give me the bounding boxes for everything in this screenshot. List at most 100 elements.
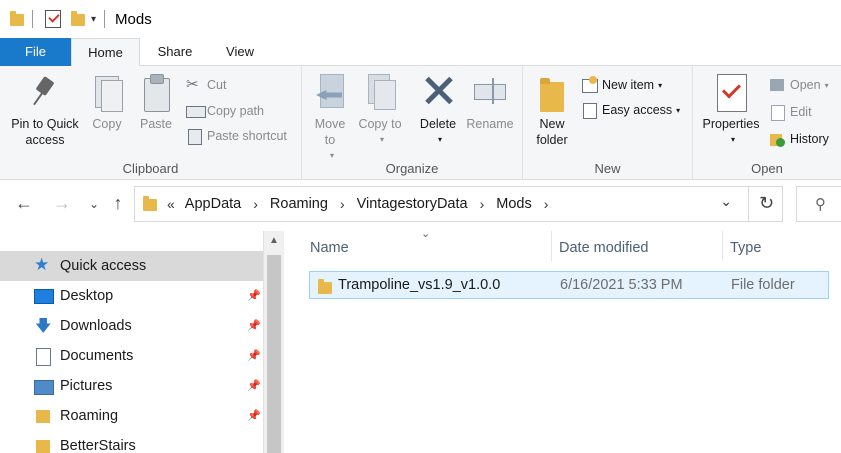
- star-icon: [34, 255, 52, 275]
- column-header-name[interactable]: Name: [310, 235, 349, 261]
- delete-button[interactable]: Delete ▾: [414, 72, 462, 148]
- search-input[interactable]: ⚲: [796, 186, 841, 222]
- history-button[interactable]: History: [769, 128, 829, 150]
- breadcrumb-chevron-icon[interactable]: ›: [480, 196, 485, 212]
- easy-access-button[interactable]: Easy access ▾: [581, 99, 680, 121]
- rename-button[interactable]: Rename: [464, 72, 516, 132]
- chevron-down-icon: ▾: [824, 80, 829, 90]
- sort-chevron-icon: ⌄: [421, 228, 431, 240]
- table-row[interactable]: Trampoline_vs1.9_v1.0.0 6/16/2021 5:33 P…: [309, 271, 829, 299]
- folder-icon: [34, 438, 52, 453]
- move-to-label: Move to: [314, 117, 346, 147]
- copy-to-button[interactable]: Copy to ▾: [358, 72, 402, 148]
- back-arrow-icon[interactable]: ←: [12, 193, 36, 214]
- documents-icon: [34, 348, 52, 366]
- open-group: Properties ▾ Open ▾ Edit History Open: [693, 66, 841, 180]
- breadcrumb-chevron-icon[interactable]: ›: [544, 196, 549, 212]
- column-header-date-modified[interactable]: Date modified: [559, 235, 648, 261]
- properties-check-icon[interactable]: [45, 10, 61, 28]
- forward-arrow-icon[interactable]: →: [50, 193, 74, 214]
- refresh-icon[interactable]: ↻: [748, 186, 784, 222]
- nav-item-downloads[interactable]: Downloads 📌: [0, 311, 263, 342]
- nav-item-desktop[interactable]: Desktop 📌: [0, 281, 263, 311]
- pin-icon[interactable]: 📌: [247, 409, 261, 422]
- pictures-icon: [34, 378, 54, 395]
- recent-locations-chevron-icon[interactable]: ⌄: [82, 197, 106, 211]
- search-icon: ⚲: [815, 196, 826, 213]
- rename-label: Rename: [466, 117, 514, 131]
- nav-item-quick-access[interactable]: Quick access: [0, 251, 263, 281]
- properties-icon: [713, 72, 749, 112]
- scroll-up-arrow-icon[interactable]: ▲: [264, 235, 284, 246]
- address-dropdown-chevron-icon[interactable]: ⌄: [720, 193, 732, 210]
- move-to-button[interactable]: Move to ▾: [308, 72, 352, 164]
- nav-item-roaming[interactable]: Roaming 📌: [0, 401, 263, 431]
- navigation-pane: Quick access Desktop 📌 Downloads 📌 Docum…: [0, 231, 284, 453]
- open-label: Open: [790, 78, 821, 92]
- history-icon: [769, 131, 785, 147]
- properties-button[interactable]: Properties ▾: [697, 72, 765, 148]
- nav-item-documents[interactable]: Documents 📌: [0, 341, 263, 371]
- easy-access-icon: [581, 102, 597, 119]
- breadcrumb-chevron-icon[interactable]: ›: [340, 196, 345, 212]
- nav-item-betterstairs[interactable]: BetterStairs: [0, 431, 263, 453]
- paste-icon: [138, 72, 174, 112]
- address-bar[interactable]: « AppData › Roaming › VintagestoryData ›…: [134, 186, 783, 222]
- clipboard-group-label: Clipboard: [122, 161, 179, 176]
- nav-item-label: Documents: [60, 348, 134, 364]
- customize-toolbar-chevron-icon[interactable]: ▾: [91, 14, 96, 25]
- tab-home[interactable]: Home: [71, 38, 140, 67]
- window-title: Mods: [115, 10, 152, 28]
- paste-shortcut-icon: [186, 128, 202, 145]
- breadcrumb-vintagestorydata[interactable]: VintagestoryData: [357, 196, 468, 212]
- breadcrumb-overflow[interactable]: «: [167, 196, 175, 212]
- pin-icon[interactable]: 📌: [247, 319, 261, 332]
- ribbon: Pin to Quick access Copy Paste Cut Copy …: [0, 66, 841, 180]
- breadcrumb-appdata[interactable]: AppData: [185, 196, 241, 212]
- tab-view[interactable]: View: [210, 38, 270, 66]
- breadcrumb-mods[interactable]: Mods: [496, 196, 531, 212]
- column-divider[interactable]: [722, 231, 723, 261]
- history-label: History: [790, 132, 829, 146]
- column-header-type[interactable]: Type: [730, 235, 761, 261]
- paste-shortcut-label: Paste shortcut: [207, 129, 287, 143]
- ribbon-tabs: File Home Share View: [0, 38, 841, 67]
- title-bar: ▾ Mods: [0, 0, 841, 38]
- organize-group-label: Organize: [385, 161, 439, 176]
- tab-share[interactable]: Share: [140, 38, 210, 66]
- nav-pane-scrollbar[interactable]: ▲: [263, 231, 284, 453]
- nav-item-label: Roaming: [60, 408, 119, 424]
- copy-button[interactable]: Copy: [86, 72, 128, 132]
- column-divider[interactable]: [551, 231, 552, 261]
- delete-label: Delete: [419, 117, 457, 131]
- up-arrow-icon[interactable]: ↑: [106, 193, 130, 214]
- pin-icon[interactable]: 📌: [247, 379, 261, 392]
- edit-label: Edit: [790, 105, 812, 119]
- copy-path-button[interactable]: Copy path: [186, 100, 264, 122]
- new-folder-button[interactable]: New folder: [529, 72, 575, 148]
- toolbar-separator: [32, 10, 33, 28]
- paste-shortcut-button[interactable]: Paste shortcut: [186, 125, 287, 147]
- file-list: ⌄ Name Date modified Type Trampoline_vs1…: [285, 227, 841, 453]
- copy-label: Copy: [92, 117, 122, 131]
- cut-button[interactable]: Cut: [186, 74, 226, 96]
- new-item-button[interactable]: New item ▾: [581, 74, 662, 96]
- paste-button[interactable]: Paste: [134, 72, 178, 132]
- pin-to-quick-access-button[interactable]: Pin to Quick access: [4, 72, 86, 148]
- pin-icon[interactable]: 📌: [247, 349, 261, 362]
- organize-group: Move to ▾ Copy to ▾ Delete ▾ Rename Orga…: [302, 66, 523, 180]
- breadcrumb-roaming[interactable]: Roaming: [270, 196, 328, 212]
- breadcrumb-chevron-icon[interactable]: ›: [253, 196, 258, 212]
- easy-access-label: Easy access: [602, 103, 673, 117]
- pin-icon: [27, 72, 63, 112]
- pin-label: Pin to Quick access: [11, 117, 79, 147]
- nav-item-pictures[interactable]: Pictures 📌: [0, 371, 263, 401]
- pin-icon[interactable]: 📌: [247, 289, 261, 302]
- edit-button[interactable]: Edit: [769, 101, 812, 123]
- scrollbar-thumb[interactable]: [267, 255, 281, 453]
- tab-file[interactable]: File: [0, 38, 71, 66]
- new-group: New folder New item ▾ Easy access ▾ New: [523, 66, 693, 180]
- desktop-icon: [34, 288, 54, 304]
- open-button[interactable]: Open ▾: [769, 74, 829, 96]
- new-folder-icon[interactable]: [71, 11, 85, 26]
